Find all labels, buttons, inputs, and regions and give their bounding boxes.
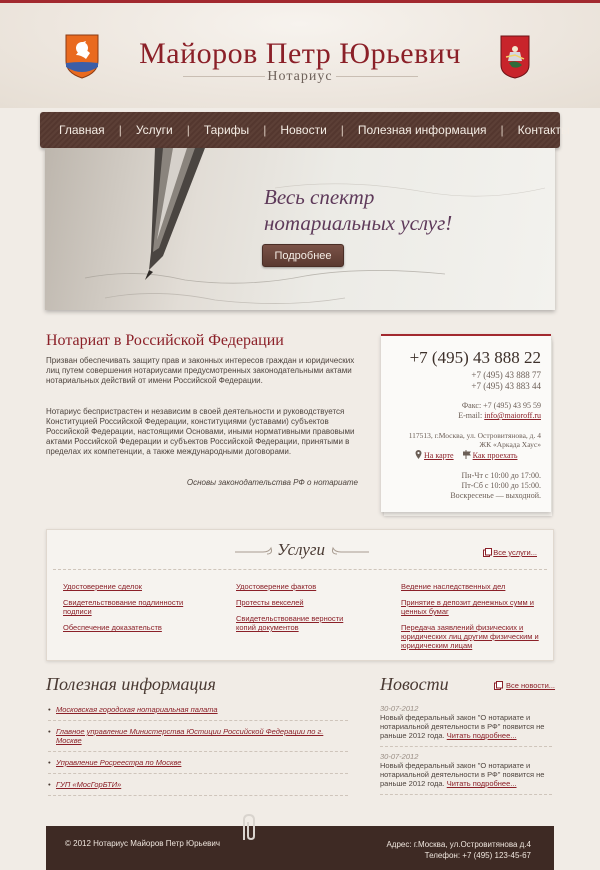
useful-link[interactable]: Московская городская нотариальная палата xyxy=(48,705,348,714)
services-column-1: Удостоверение сделок Свидетельствование … xyxy=(63,582,203,639)
services-column-3: Ведение наследственных дел Принятие в де… xyxy=(401,582,541,657)
phone-secondary: +7 (495) 43 888 77 xyxy=(471,370,541,380)
services-title: Услуги xyxy=(276,540,326,559)
list-divider xyxy=(48,720,348,721)
read-more-link[interactable]: Читать подробнее... xyxy=(447,731,517,740)
all-services-link[interactable]: Все услуги... xyxy=(493,548,537,557)
useful-info-title: Полезная информация xyxy=(46,674,216,694)
map-pin-icon xyxy=(415,450,422,459)
hours-fri-sat: Пт-Сб с 10:00 до 15:00. xyxy=(461,481,541,490)
nav-item-home[interactable]: Главная xyxy=(59,123,105,137)
useful-link[interactable]: Управление Росреестра по Москве xyxy=(48,758,348,767)
service-link[interactable]: Передача заявлений физических и юридичес… xyxy=(401,623,541,650)
news-date: 30-07-2012 xyxy=(380,704,419,713)
list-divider xyxy=(48,751,348,752)
nav-separator: | xyxy=(500,123,504,137)
email-row: E-mail: info@maioroff.ru xyxy=(458,411,541,420)
footer: © 2012 Нотариус Майоров Петр Юрьевич Адр… xyxy=(46,826,554,870)
services-divider xyxy=(53,569,547,570)
nav-item-services[interactable]: Услуги xyxy=(136,123,173,137)
phone-tertiary: +7 (495) 43 883 44 xyxy=(471,381,541,391)
all-news-link[interactable]: Все новости... xyxy=(506,681,555,690)
news-item: 30-07-2012 Новый федеральный закон "О но… xyxy=(380,752,552,788)
hours-sunday: Воскресенье — выходной. xyxy=(450,491,541,500)
site-title: Майоров Петр Юрьевич xyxy=(139,37,461,70)
site-subtitle: Нотариус xyxy=(267,69,333,84)
hero-banner: Весь спектр нотариальных услуг! Подробне… xyxy=(45,148,555,310)
route-icon xyxy=(462,450,471,459)
list-divider xyxy=(48,773,348,774)
map-links: На карте Как проехать xyxy=(415,450,517,460)
hero-line-2: нотариальных услуг! xyxy=(264,211,453,235)
phone-main: +7 (495) 43 888 22 xyxy=(409,348,541,367)
intro-quote: Основы законодательства РФ о нотариате xyxy=(186,478,358,487)
nav-item-news[interactable]: Новости xyxy=(280,123,326,137)
on-map-link[interactable]: На карте xyxy=(424,451,454,460)
list-divider xyxy=(48,795,348,796)
nav-item-tariffs[interactable]: Тарифы xyxy=(204,123,249,137)
footer-contacts: Адрес: г.Москва, ул.Островитянова д.4 Те… xyxy=(386,839,531,861)
nav-separator: | xyxy=(118,123,122,137)
documents-icon xyxy=(494,681,503,690)
nav-separator: | xyxy=(263,123,267,137)
news-divider xyxy=(380,794,552,795)
nav-separator: | xyxy=(186,123,190,137)
service-link[interactable]: Удостоверение сделок xyxy=(63,582,203,591)
service-link[interactable]: Свидетельствование верности копий докуме… xyxy=(236,614,364,632)
service-link[interactable]: Ведение наследственных дел xyxy=(401,582,541,591)
nav-item-useful-info[interactable]: Полезная информация xyxy=(358,123,487,137)
service-link[interactable]: Обеспечение доказательств xyxy=(63,623,203,632)
hours-weekdays: Пн-Чт с 10:00 до 17:00. xyxy=(461,471,541,480)
news-item: 30-07-2012 Новый федеральный закон "О но… xyxy=(380,704,552,740)
nav-separator: | xyxy=(340,123,344,137)
services-panel: Услуги Все услуги... Удостоверение сдело… xyxy=(46,529,554,661)
intro-paragraph-2: Нотариус беспристрастен и независим в св… xyxy=(46,407,355,456)
hero-headline: Весь спектр нотариальных услуг! xyxy=(264,184,452,236)
address-line-1: 117513, г.Москва, ул. Островитянова, д. … xyxy=(408,431,541,440)
email-label: E-mail: xyxy=(458,411,483,420)
contact-card: +7 (495) 43 888 22 +7 (495) 43 888 77 +7… xyxy=(381,334,551,512)
footer-address: Адрес: г.Москва, ул.Островитянова д.4 xyxy=(386,840,531,849)
ornament-right-icon xyxy=(332,546,369,555)
service-link[interactable]: Удостоверение фактов xyxy=(236,582,364,591)
address-line-2: ЖК «Аркада Хаус» xyxy=(479,440,541,449)
news-date: 30-07-2012 xyxy=(380,752,419,761)
fax: Факс: +7 (495) 43 95 59 xyxy=(461,401,541,410)
nav-item-contacts[interactable]: Контакты xyxy=(518,123,570,137)
services-column-2: Удостоверение фактов Протесты векселей С… xyxy=(236,582,364,639)
subtitle-line-right xyxy=(336,76,418,77)
intro-paragraph-1: Призван обеспечивать защиту прав и закон… xyxy=(46,356,355,385)
intro-title: Нотариат в Российской Федерации xyxy=(46,332,284,349)
service-link[interactable]: Свидетельствование подлинности подписи xyxy=(63,598,203,616)
paperclip-icon xyxy=(243,813,255,841)
main-nav: Главная | Услуги | Тарифы | Новости | По… xyxy=(40,112,570,148)
read-more-link[interactable]: Читать подробнее... xyxy=(447,779,517,788)
useful-info-list: Московская городская нотариальная палата… xyxy=(48,705,348,802)
email-link[interactable]: info@maioroff.ru xyxy=(484,411,541,420)
useful-link[interactable]: ГУП «МосГорБТИ» xyxy=(48,780,348,789)
service-link[interactable]: Протесты векселей xyxy=(236,598,364,607)
footer-copyright: © 2012 Нотариус Майоров Петр Юрьевич xyxy=(65,839,221,848)
header: Майоров Петр Юрьевич Нотариус xyxy=(0,3,600,108)
news-title: Новости xyxy=(380,674,449,694)
route-link[interactable]: Как проехать xyxy=(473,451,518,460)
more-button[interactable]: Подробнее xyxy=(262,244,344,267)
footer-phone: Телефон: +7 (495) 123-45-67 xyxy=(424,851,531,860)
news-divider xyxy=(380,746,552,747)
useful-link[interactable]: Главное управление Министерства Юстиции … xyxy=(48,727,348,745)
service-link[interactable]: Принятие в депозит денежных сумм и ценны… xyxy=(401,598,541,616)
documents-icon xyxy=(483,548,492,557)
hero-line-1: Весь спектр xyxy=(264,185,375,209)
